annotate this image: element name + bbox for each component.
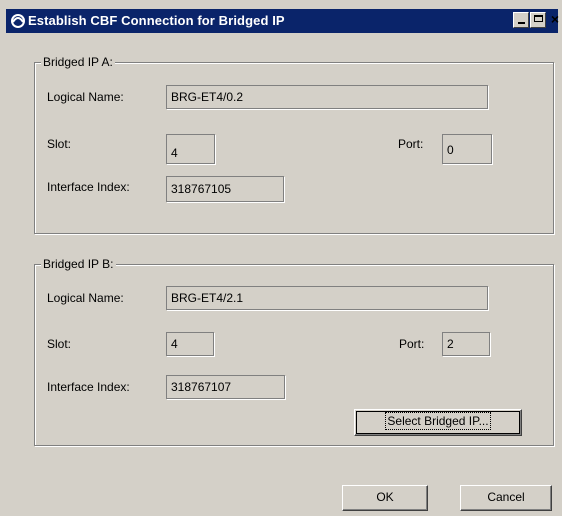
group-a-port-field[interactable]: 0 <box>442 134 492 164</box>
group-b-logical-name-field[interactable]: BRG-ET4/2.1 <box>166 286 488 310</box>
title-bar[interactable]: Establish CBF Connection for Bridged IP … <box>6 9 561 33</box>
window-bottom-edge <box>0 516 562 531</box>
group-a-port-label: Port: <box>398 137 424 151</box>
ok-button[interactable]: OK <box>342 485 428 511</box>
group-b-port-field[interactable]: 2 <box>442 332 490 356</box>
maximize-icon <box>533 15 543 22</box>
app-icon <box>11 14 25 28</box>
minimize-button[interactable] <box>513 12 529 28</box>
group-a-logical-name-label: Logical Name: <box>47 90 124 104</box>
group-a-interface-index-label: Interface Index: <box>47 180 130 194</box>
select-bridged-ip-label: Select Bridged IP... <box>385 412 491 430</box>
group-b-interface-index-field[interactable]: 318767107 <box>166 375 285 399</box>
minimize-icon <box>517 22 525 24</box>
group-b-interface-index-label: Interface Index: <box>47 380 130 394</box>
group-a-interface-index-field[interactable]: 318767105 <box>166 176 284 202</box>
select-bridged-ip-button[interactable]: Select Bridged IP... <box>354 409 522 436</box>
group-b-slot-field[interactable]: 4 <box>166 332 214 356</box>
group-a-legend: Bridged IP A: <box>41 55 115 70</box>
group-b-port-label: Port: <box>399 337 425 351</box>
group-a-logical-name-field[interactable]: BRG-ET4/0.2 <box>166 85 488 109</box>
dialog-window: Establish CBF Connection for Bridged IP … <box>0 0 562 531</box>
cancel-button[interactable]: Cancel <box>460 485 552 511</box>
maximize-button[interactable] <box>530 12 546 28</box>
group-a-slot-field[interactable]: 4 <box>166 134 215 164</box>
group-b-logical-name-label: Logical Name: <box>47 291 124 305</box>
window-title: Establish CBF Connection for Bridged IP <box>28 13 285 28</box>
close-button[interactable]: × <box>549 12 561 28</box>
group-a-slot-label: Slot: <box>47 137 72 151</box>
group-b-legend: Bridged IP B: <box>41 257 116 272</box>
group-b-slot-label: Slot: <box>47 337 72 351</box>
